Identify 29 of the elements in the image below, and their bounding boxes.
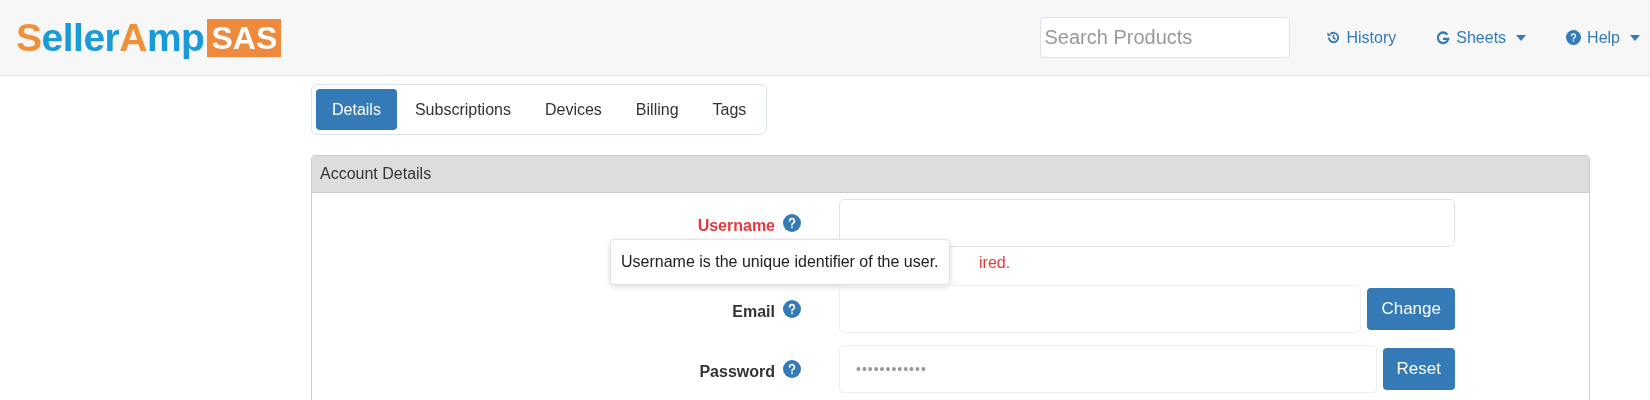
caret-icon — [1630, 34, 1640, 41]
tab[interactable]: Subscriptions — [398, 89, 527, 130]
nav-link[interactable]: History — [1325, 25, 1397, 50]
logo[interactable]: SellerAmp SAS — [16, 18, 282, 57]
text-field[interactable] — [839, 285, 1362, 333]
error-message: ired. — [979, 253, 1012, 273]
search-field[interactable]: Search Products — [1039, 17, 1290, 58]
nav-link[interactable]: Sheets — [1436, 25, 1527, 50]
tab[interactable]: Devices — [528, 89, 618, 130]
nav-link[interactable]: Help — [1566, 25, 1640, 50]
tab[interactable]: Billing — [619, 89, 695, 130]
help-icon — [1566, 30, 1582, 45]
help-icon — [783, 214, 801, 232]
history-icon — [1325, 30, 1341, 45]
action-button[interactable]: Reset — [1382, 348, 1455, 390]
help-icon — [783, 300, 801, 318]
field-label: Email — [732, 302, 775, 322]
action-button[interactable]: Change — [1367, 288, 1455, 330]
tab[interactable]: Details — [316, 89, 397, 130]
text-field[interactable]: •••••••••••• — [839, 345, 1377, 393]
text-field[interactable] — [839, 199, 1455, 247]
field-label: Password — [699, 362, 775, 382]
tooltip: Username is the unique identifier of the user. — [610, 239, 950, 285]
help-icon — [783, 360, 801, 378]
caret-icon — [1516, 34, 1527, 41]
tab[interactable]: Tags — [696, 89, 763, 130]
g-letter-icon — [1436, 30, 1451, 45]
field-label: Username — [697, 216, 775, 236]
panel-title: Account Details — [320, 164, 432, 184]
